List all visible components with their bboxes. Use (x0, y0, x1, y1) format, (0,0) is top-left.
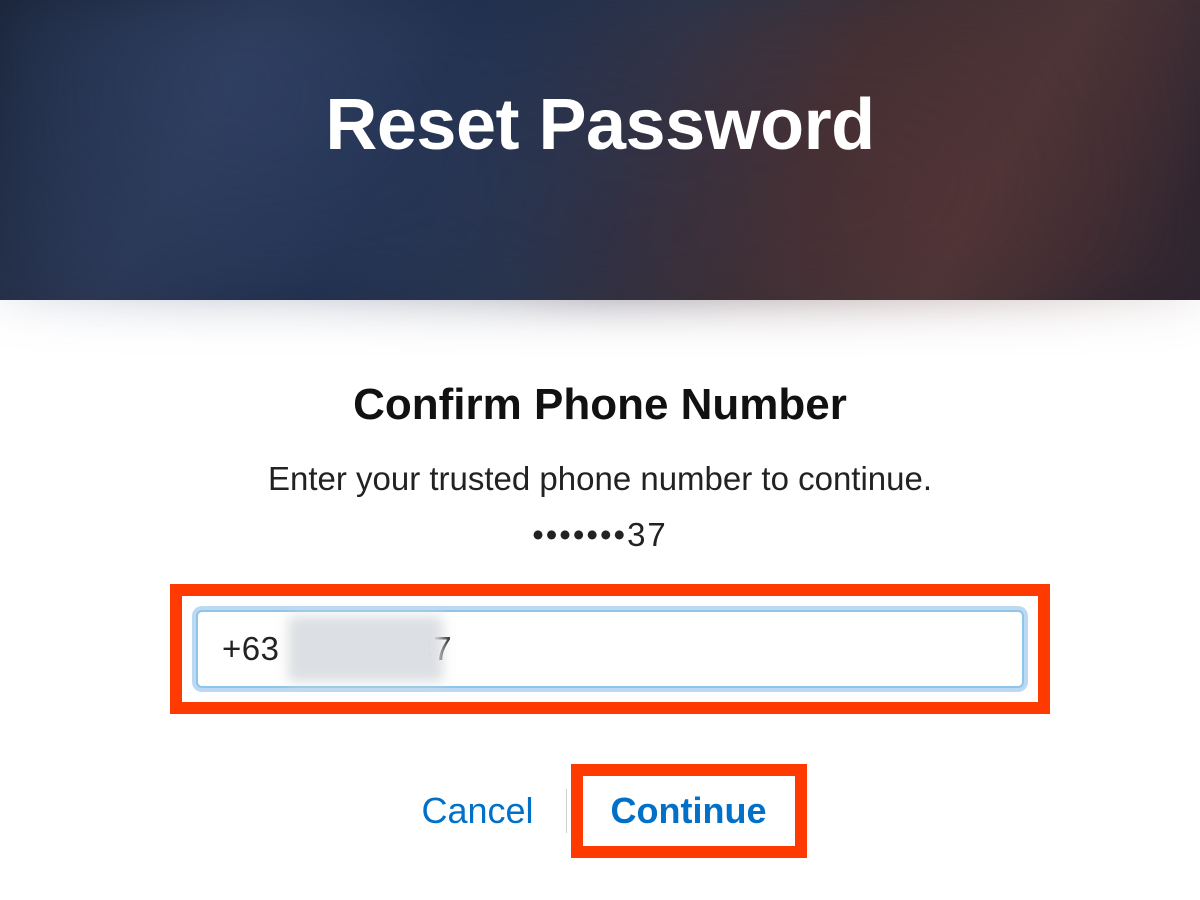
cancel-button[interactable]: Cancel (393, 776, 561, 846)
masked-phone-hint: •••••••37 (170, 516, 1030, 554)
action-divider (566, 789, 567, 833)
action-row: Cancel Continue (170, 764, 1030, 858)
header-banner: Reset Password (0, 0, 1200, 300)
section-subtitle: Confirm Phone Number (170, 380, 1030, 430)
instruction-text: Enter your trusted phone number to conti… (170, 460, 1030, 498)
phone-input-container (196, 610, 1024, 688)
redacted-overlay (288, 616, 443, 682)
page-title: Reset Password (325, 84, 874, 166)
content-area: Confirm Phone Number Enter your trusted … (0, 300, 1200, 858)
continue-button-highlight: Continue (571, 764, 807, 858)
continue-button[interactable]: Continue (589, 776, 789, 846)
phone-input-highlight (170, 584, 1050, 714)
